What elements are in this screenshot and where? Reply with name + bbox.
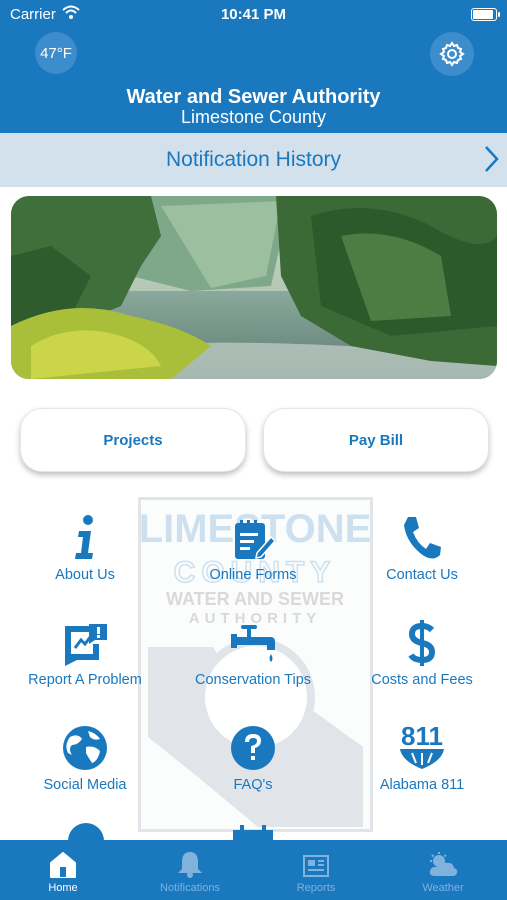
dollar-icon — [408, 620, 436, 666]
tab-home[interactable]: Home — [0, 840, 126, 900]
bottom-tab-bar: Home Notifications Reports Weather — [0, 840, 507, 900]
bell-icon — [178, 852, 202, 878]
notification-history-label: Notification History — [165, 148, 342, 171]
about-us-tile[interactable]: About Us — [5, 505, 165, 583]
tile-label: Online Forms — [209, 567, 297, 583]
tab-label: Notifications — [160, 882, 220, 894]
tab-reports[interactable]: Reports — [253, 840, 379, 900]
river-hero-image — [11, 196, 497, 379]
tab-label: Weather — [422, 882, 464, 894]
battery-icon — [471, 8, 500, 21]
weather-icon — [429, 852, 458, 876]
app-header: 47°F Water and Sewer Authority Limestone… — [0, 30, 507, 133]
tile-label: Report A Problem — [28, 672, 142, 688]
temperature-badge[interactable]: 47°F — [35, 32, 77, 74]
projects-button[interactable]: Projects — [20, 408, 246, 472]
tile-label: Alabama 811 — [379, 777, 465, 793]
tile-label: About Us — [55, 567, 115, 583]
question-icon — [231, 726, 275, 770]
partial-calendar-icon — [233, 825, 273, 842]
river-scene — [11, 196, 497, 379]
tile-label: Contact Us — [386, 567, 458, 583]
alabama-811-tile[interactable]: 811 Alabama 811 — [342, 715, 502, 793]
tab-label: Home — [48, 882, 78, 894]
home-icon — [50, 852, 76, 878]
tab-weather[interactable]: Weather — [380, 840, 506, 900]
conservation-tips-tile[interactable]: Conservation Tips — [173, 610, 333, 688]
811-logo-text: 811 — [401, 721, 443, 751]
tab-label: Reports — [296, 882, 336, 894]
tab-notifications[interactable]: Notifications — [127, 840, 253, 900]
costs-and-fees-tile[interactable]: Costs and Fees — [342, 610, 502, 688]
tile-label: Conservation Tips — [194, 672, 312, 688]
tile-label: Social Media — [43, 777, 127, 793]
clock: 10:41 PM — [220, 6, 287, 23]
online-forms-tile[interactable]: Online Forms — [173, 505, 333, 583]
chevron-right-icon — [485, 146, 499, 172]
faucet-icon — [231, 625, 275, 662]
watermark-line-3: WATER AND SEWER — [166, 589, 344, 609]
report-icon — [65, 624, 107, 666]
globe-icon — [63, 726, 107, 770]
pay-bill-button[interactable]: Pay Bill — [263, 408, 489, 472]
settings-button[interactable] — [430, 32, 474, 76]
811-logo-icon: 811 — [400, 721, 444, 769]
page-title: Water and Sewer Authority — [126, 86, 381, 108]
reports-icon — [303, 855, 329, 877]
contact-us-tile[interactable]: Contact Us — [342, 505, 502, 583]
tile-label: FAQ's — [233, 777, 273, 793]
partial-location-icon — [68, 823, 104, 842]
status-bar: Carrier 10:41 PM — [0, 0, 507, 30]
notification-history-button[interactable]: Notification History — [0, 133, 507, 187]
tile-label: Costs and Fees — [371, 672, 473, 688]
social-media-tile[interactable]: Social Media — [5, 715, 165, 793]
info-icon — [75, 515, 93, 559]
report-a-problem-tile[interactable]: Report A Problem — [5, 610, 165, 688]
page-subtitle: Limestone County — [180, 107, 327, 127]
gear-icon — [439, 41, 465, 67]
phone-icon — [404, 517, 441, 559]
faqs-tile[interactable]: FAQ's — [173, 715, 333, 793]
form-icon — [235, 520, 275, 559]
